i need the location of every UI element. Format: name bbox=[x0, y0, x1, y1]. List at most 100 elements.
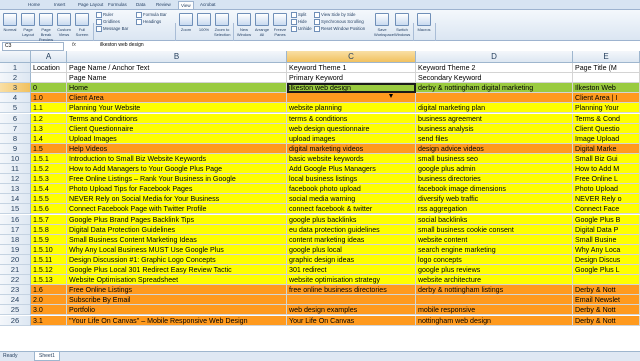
cell[interactable]: Small Busine bbox=[573, 234, 640, 245]
cell[interactable]: Email Newslet bbox=[573, 295, 640, 306]
cell[interactable]: Connect Facebook Page with Twitter Profi… bbox=[67, 204, 287, 215]
cell[interactable]: google plus backlinks bbox=[287, 214, 416, 225]
cell[interactable]: website architecture bbox=[416, 275, 573, 286]
cell[interactable] bbox=[287, 93, 416, 104]
cell[interactable]: social media warning bbox=[287, 194, 416, 205]
cell[interactable]: 1.5.8 bbox=[31, 224, 67, 235]
cell[interactable]: 1.5.6 bbox=[31, 204, 67, 215]
cell[interactable]: Page Name bbox=[67, 73, 287, 84]
cell[interactable]: Design Discussion #1: Graphic Logo Conce… bbox=[67, 254, 287, 265]
cell[interactable]: 1.5.7 bbox=[31, 214, 67, 225]
cell[interactable]: logo concepts bbox=[416, 254, 573, 265]
cell[interactable]: Terms and Conditions bbox=[67, 113, 287, 124]
cell[interactable]: Google Plus L bbox=[573, 265, 640, 276]
cell[interactable]: Location bbox=[31, 63, 67, 74]
freeze-panes-button[interactable]: Freeze Panes bbox=[272, 12, 288, 37]
cell[interactable]: Page Name / Anchor Text bbox=[67, 63, 287, 74]
row-header[interactable]: 13 bbox=[0, 184, 31, 195]
cell[interactable]: Why Any Loca bbox=[573, 244, 640, 255]
row-header[interactable]: 3 bbox=[0, 83, 31, 94]
cell[interactable]: Client Area | I bbox=[573, 93, 640, 104]
cell[interactable]: 301 redirect bbox=[287, 265, 416, 276]
row-header[interactable]: 17 bbox=[0, 224, 31, 235]
cell[interactable]: 1.1 bbox=[31, 103, 67, 114]
cell[interactable]: search engine marketing bbox=[416, 244, 573, 255]
cell[interactable]: small business cookie consent bbox=[416, 224, 573, 235]
select-all-corner[interactable] bbox=[0, 51, 31, 63]
ribbon-tab-home[interactable]: Home bbox=[26, 1, 42, 8]
cell[interactable]: Derby & Nott bbox=[573, 285, 640, 296]
row-header[interactable]: 1 bbox=[0, 63, 31, 74]
cell[interactable]: Small Biz Gui bbox=[573, 153, 640, 164]
cell[interactable]: 0 bbox=[31, 83, 67, 94]
cell[interactable]: local business listings bbox=[287, 174, 416, 185]
cell[interactable]: eu data protection guidelines bbox=[287, 224, 416, 235]
row-header[interactable]: 8 bbox=[0, 133, 31, 144]
cell[interactable]: Digital Marke bbox=[573, 143, 640, 154]
cell[interactable]: 1.5.13 bbox=[31, 275, 67, 286]
cell[interactable]: Why Any Local Business MUST Use Google P… bbox=[67, 244, 287, 255]
row-header[interactable]: 2 bbox=[0, 73, 31, 84]
row-header[interactable]: 25 bbox=[0, 305, 31, 316]
cell[interactable]: connect facebook & twitter bbox=[287, 204, 416, 215]
row-header[interactable]: 23 bbox=[0, 285, 31, 296]
ribbon-tab-view[interactable]: View bbox=[178, 1, 194, 9]
cell[interactable]: 1.5.1 bbox=[31, 153, 67, 164]
cell[interactable]: Upload Images bbox=[67, 133, 287, 144]
row-header[interactable]: 21 bbox=[0, 265, 31, 276]
cell[interactable]: Home bbox=[67, 83, 287, 94]
save-workspace-button[interactable]: Save Workspace bbox=[374, 12, 394, 37]
column-header-e[interactable]: E bbox=[573, 51, 640, 63]
cell[interactable]: Secondary Keyword bbox=[416, 73, 573, 84]
cell[interactable]: Primary Keyword bbox=[287, 73, 416, 84]
ruler-checkbox[interactable]: Ruler bbox=[96, 12, 113, 18]
ribbon-tab-review[interactable]: Review bbox=[154, 1, 173, 8]
cell[interactable]: 1.5.10 bbox=[31, 244, 67, 255]
cell[interactable]: facebook photo upload bbox=[287, 184, 416, 195]
cell[interactable]: upload images bbox=[287, 133, 416, 144]
cell[interactable]: Subscribe By Email bbox=[67, 295, 287, 306]
row-header[interactable]: 15 bbox=[0, 204, 31, 215]
cell[interactable]: Image Upload bbox=[573, 133, 640, 144]
cell[interactable]: 1.5 bbox=[31, 143, 67, 154]
cell[interactable]: mobile responsive bbox=[416, 305, 573, 316]
cell[interactable]: Planning Your bbox=[573, 103, 640, 114]
switch-windows-button[interactable]: Switch Windows bbox=[394, 12, 410, 37]
macros-button[interactable]: Macros bbox=[416, 12, 432, 34]
cell[interactable]: 1.5.2 bbox=[31, 164, 67, 175]
row-header[interactable]: 4 bbox=[0, 93, 31, 104]
cell[interactable] bbox=[573, 275, 640, 286]
cell[interactable]: Client Questionnaire bbox=[67, 123, 287, 134]
cell[interactable]: terms & conditions bbox=[287, 113, 416, 124]
active-cell[interactable]: ilkeston web design bbox=[287, 83, 416, 94]
cell[interactable]: Photo Upload Tips for Facebook Pages bbox=[67, 184, 287, 195]
cell[interactable]: Photo Upload bbox=[573, 184, 640, 195]
cell[interactable]: Digital Data Protection Guidelines bbox=[67, 224, 287, 235]
cell[interactable]: Introduction to Small Biz Website Keywor… bbox=[67, 153, 287, 164]
fx-icon[interactable]: fx bbox=[72, 42, 76, 48]
row-header[interactable]: 19 bbox=[0, 244, 31, 255]
cell[interactable]: 1.5.12 bbox=[31, 265, 67, 276]
ribbon-tab-page-layout[interactable]: Page Layout bbox=[76, 1, 105, 8]
cell[interactable]: "Your Life On Canvas" – Mobile Responsiv… bbox=[67, 315, 287, 326]
row-header[interactable]: 20 bbox=[0, 254, 31, 265]
gridlines-checkbox[interactable]: Gridlines bbox=[96, 19, 120, 25]
cell[interactable]: 1.6 bbox=[31, 285, 67, 296]
message-bar-checkbox[interactable]: Message Bar bbox=[96, 26, 128, 32]
cell[interactable] bbox=[287, 295, 416, 306]
row-header[interactable]: 6 bbox=[0, 113, 31, 124]
split-button[interactable]: Split bbox=[291, 12, 306, 18]
cell[interactable]: free online business directories bbox=[287, 285, 416, 296]
cell[interactable]: rss aggregation bbox=[416, 204, 573, 215]
ribbon-tab-acrobat[interactable]: Acrobat bbox=[198, 1, 218, 8]
cell[interactable]: website optimisation strategy bbox=[287, 275, 416, 286]
row-header[interactable]: 7 bbox=[0, 123, 31, 134]
cell[interactable]: Portfolio bbox=[67, 305, 287, 316]
cell[interactable]: NEVER Rely on Social Media for Your Busi… bbox=[67, 194, 287, 205]
cell[interactable] bbox=[31, 73, 67, 84]
cell[interactable]: Free Online L bbox=[573, 174, 640, 185]
row-header[interactable]: 14 bbox=[0, 194, 31, 205]
cell[interactable]: facebook image dimensions bbox=[416, 184, 573, 195]
cell[interactable] bbox=[573, 73, 640, 84]
zoom-button[interactable]: Zoom bbox=[178, 12, 194, 34]
